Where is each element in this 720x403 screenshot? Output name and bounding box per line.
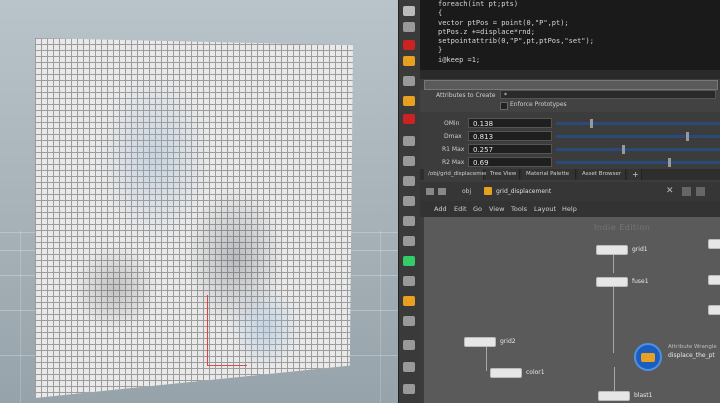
node-type-label: Attribute Wrangle xyxy=(668,344,717,350)
tab-tree-view[interactable]: Tree View xyxy=(486,169,520,180)
node-offscreen[interactable] xyxy=(708,305,720,315)
menu-add[interactable]: Add xyxy=(434,201,447,217)
param-slider[interactable] xyxy=(556,145,720,154)
code-scrollbar[interactable] xyxy=(420,70,720,79)
lock-icon[interactable] xyxy=(403,6,415,16)
edition-watermark: Indie Edition xyxy=(594,223,651,232)
menu-tools[interactable]: Tools xyxy=(511,201,527,217)
tools-icon[interactable]: ✕ xyxy=(666,187,675,196)
scene-viewport[interactable] xyxy=(0,0,398,403)
viewport-toolbar xyxy=(398,0,422,403)
wrangle-icon xyxy=(641,353,655,362)
param-row-r1max: R1 Max 0.257 xyxy=(420,144,720,155)
geo-node-icon xyxy=(484,187,492,195)
node-label-color1: color1 xyxy=(526,369,545,376)
points-icon[interactable] xyxy=(403,176,415,186)
displaced-grid-mesh xyxy=(35,38,353,398)
back-icon[interactable] xyxy=(426,188,434,195)
node-offscreen[interactable] xyxy=(708,239,720,249)
vex-code-editor[interactable]: foreach(int pt;pts) { vector ptPos = poi… xyxy=(420,0,720,70)
param-label: Dmax xyxy=(444,133,462,140)
bbox-icon[interactable] xyxy=(403,296,415,306)
param-row-r2max: R2 Max 0.69 xyxy=(420,157,720,168)
right-panel: foreach(int pt;pts) { vector ptPos = poi… xyxy=(420,0,720,403)
options-icon[interactable] xyxy=(403,384,415,394)
pane-tab-bar: /obj/grid_displacement Tree View Materia… xyxy=(420,169,720,180)
render-icon[interactable] xyxy=(403,40,415,50)
node-blast1[interactable] xyxy=(598,391,630,401)
origin-axis-x xyxy=(207,365,247,366)
code-line: foreach(int pt;pts) xyxy=(438,0,519,8)
help-icon[interactable] xyxy=(696,187,705,196)
visibility-icon[interactable] xyxy=(403,256,415,266)
menu-go[interactable]: Go xyxy=(473,201,482,217)
tab-material-palette[interactable]: Material Palette xyxy=(522,169,576,180)
layout-icon[interactable] xyxy=(682,187,691,196)
light-icon[interactable] xyxy=(403,56,415,66)
node-label-grid1: grid1 xyxy=(632,246,648,253)
enforce-label: Enforce Prototypes xyxy=(510,101,567,108)
menu-layout[interactable]: Layout xyxy=(534,201,556,217)
code-line: setpointattrib(0,"P",pt,ptPos,"set"); xyxy=(438,37,594,46)
path-node[interactable]: grid_displacement xyxy=(496,188,551,195)
origin-axis xyxy=(207,295,208,365)
param-value[interactable]: 0.138 xyxy=(468,118,552,128)
node-color1[interactable] xyxy=(490,368,522,378)
param-value[interactable]: 0.69 xyxy=(468,157,552,167)
particles-icon[interactable] xyxy=(403,276,415,286)
network-menu-bar: Add Edit Go View Tools Layout Help xyxy=(420,201,720,217)
param-slider[interactable] xyxy=(556,119,720,128)
background-icon[interactable] xyxy=(403,340,415,350)
param-row-dmax: Dmax 0.813 xyxy=(420,131,720,142)
network-editor[interactable]: Indie Edition grid1 fuse1 grid2 color1 A… xyxy=(424,217,720,403)
code-line: { xyxy=(438,9,443,18)
code-line: } xyxy=(438,46,443,55)
uv-icon[interactable] xyxy=(403,316,415,326)
param-label: R2 Max xyxy=(442,159,465,166)
node-label-grid2: grid2 xyxy=(500,338,516,345)
code-line: ptPos.z +=displace*rnd; xyxy=(438,27,535,36)
grid-icon[interactable] xyxy=(403,216,415,226)
enforce-checkbox[interactable] xyxy=(500,102,508,110)
tab-asset-browser[interactable]: Asset Browser xyxy=(578,169,626,180)
node-label-fuse1: fuse1 xyxy=(632,278,649,285)
node-label-wrangle: displace_the_pt xyxy=(668,352,715,359)
attributes-row: Attributes to Create * Enforce Prototype… xyxy=(420,90,720,112)
shading-icon[interactable] xyxy=(403,156,415,166)
menu-edit[interactable]: Edit xyxy=(454,201,467,217)
path-root[interactable]: obj xyxy=(462,188,471,195)
attributes-label: Attributes to Create xyxy=(436,92,496,99)
expression-field[interactable] xyxy=(424,80,718,90)
param-value[interactable]: 0.257 xyxy=(468,144,552,154)
guide-icon[interactable] xyxy=(403,236,415,246)
forward-icon[interactable] xyxy=(438,188,446,195)
normals-icon[interactable] xyxy=(403,196,415,206)
tab-network[interactable]: /obj/grid_displacement xyxy=(424,169,491,180)
node-label-blast1: blast1 xyxy=(634,392,653,399)
add-tab-button[interactable]: + xyxy=(628,169,642,180)
menu-view[interactable]: View xyxy=(489,201,504,217)
camera-icon[interactable] xyxy=(403,22,415,32)
code-line: i@keep =1; xyxy=(438,55,481,64)
wireframe-icon[interactable] xyxy=(403,136,415,146)
display-icon[interactable] xyxy=(403,76,415,86)
node-grid2[interactable] xyxy=(464,337,496,347)
node-fuse1[interactable] xyxy=(596,277,628,287)
param-slider[interactable] xyxy=(556,132,720,141)
param-row-omin: OMin 0.138 xyxy=(420,118,720,129)
stats-icon[interactable] xyxy=(403,362,415,372)
param-label: R1 Max xyxy=(442,146,465,153)
param-value[interactable]: 0.813 xyxy=(468,131,552,141)
menu-help[interactable]: Help xyxy=(562,201,577,217)
param-slider[interactable] xyxy=(556,158,720,167)
node-grid1[interactable] xyxy=(596,245,628,255)
code-line: vector ptPos = point(0,"P",pt); xyxy=(438,18,569,27)
param-label: OMin xyxy=(444,120,460,127)
node-attribute-wrangle[interactable] xyxy=(634,343,662,371)
node-offscreen[interactable] xyxy=(708,275,720,285)
snap-icon[interactable] xyxy=(403,114,415,124)
attributes-input[interactable]: * xyxy=(500,90,716,99)
ghost-icon[interactable] xyxy=(403,96,415,106)
path-bar: obj grid_displacement ✕ xyxy=(420,182,720,202)
